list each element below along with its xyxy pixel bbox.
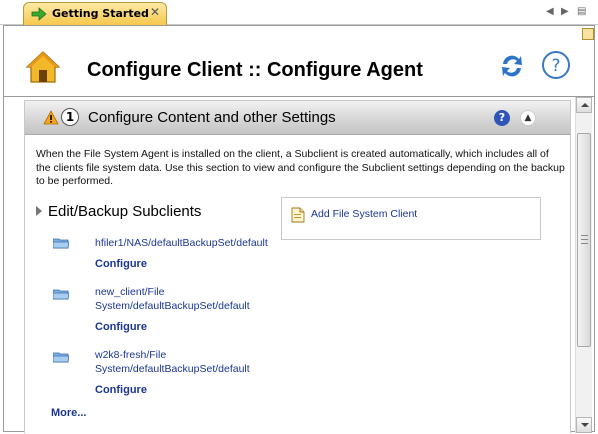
view-menu-icon[interactable]: ▤ xyxy=(577,6,586,17)
page-title: Configure Client :: Configure Agent xyxy=(87,59,423,81)
editor-tab-bar: Getting Started ✕ ◀ ▶ ▤ xyxy=(0,0,598,25)
scroll-right-icon[interactable]: ▶ xyxy=(561,6,569,17)
subclient-path-link[interactable]: hfiler1/NAS/defaultBackupSet/default xyxy=(95,236,285,250)
refresh-icon[interactable] xyxy=(498,52,526,80)
scroll-thumb[interactable] xyxy=(577,133,591,347)
step-number: 1 xyxy=(61,108,79,126)
content-scroll-area[interactable]: 1 Configure Content and other Settings ?… xyxy=(4,97,594,433)
arrow-up-icon xyxy=(581,103,589,107)
configure-link[interactable]: Configure xyxy=(95,321,147,333)
configure-link[interactable]: Configure xyxy=(95,384,147,396)
grip-icon xyxy=(581,235,588,244)
green-arrow-icon xyxy=(31,7,47,21)
arrow-down-icon xyxy=(581,423,589,427)
home-icon[interactable] xyxy=(25,50,61,84)
subclient-path-link[interactable]: new_client/File System/defaultBackupSet/… xyxy=(95,285,285,313)
expand-arrow-icon[interactable] xyxy=(36,206,42,216)
subclient-path-link[interactable]: w2k8-fresh/File System/defaultBackupSet/… xyxy=(95,348,285,376)
vertical-scrollbar[interactable] xyxy=(575,97,592,433)
svg-text:?: ? xyxy=(551,56,560,76)
configure-content-section: 1 Configure Content and other Settings ?… xyxy=(24,100,571,433)
document-icon xyxy=(291,207,305,223)
editor-frame: Configure Client :: Configure Agent ? 1 … xyxy=(3,25,595,433)
subclients-heading: Edit/Backup Subclients xyxy=(48,203,202,220)
help-icon[interactable]: ? xyxy=(541,50,571,80)
folder-icon xyxy=(53,352,69,363)
more-link[interactable]: More... xyxy=(51,407,86,419)
tab-label: Getting Started xyxy=(52,7,149,20)
help-icon[interactable]: ? xyxy=(494,110,510,126)
scroll-down-button[interactable] xyxy=(576,417,592,433)
close-icon[interactable]: ✕ xyxy=(150,5,160,19)
folder-icon xyxy=(53,238,69,249)
add-client-box: Add File System Client xyxy=(281,197,541,240)
pin-icon[interactable] xyxy=(582,28,594,40)
warning-icon xyxy=(43,110,59,125)
section-header: 1 Configure Content and other Settings ?… xyxy=(25,101,570,135)
scroll-up-button[interactable] xyxy=(576,97,592,113)
tab-getting-started[interactable]: Getting Started ✕ xyxy=(23,2,167,25)
scroll-left-icon[interactable]: ◀ xyxy=(546,6,554,17)
configure-link[interactable]: Configure xyxy=(95,258,147,270)
folder-icon xyxy=(53,289,69,300)
section-description: When the File System Agent is installed … xyxy=(36,148,565,187)
section-title: Configure Content and other Settings xyxy=(88,109,336,126)
collapse-icon[interactable]: ▲ xyxy=(520,110,536,126)
add-file-system-client-link[interactable]: Add File System Client xyxy=(311,208,417,220)
page-header: Configure Client :: Configure Agent ? xyxy=(4,44,594,99)
